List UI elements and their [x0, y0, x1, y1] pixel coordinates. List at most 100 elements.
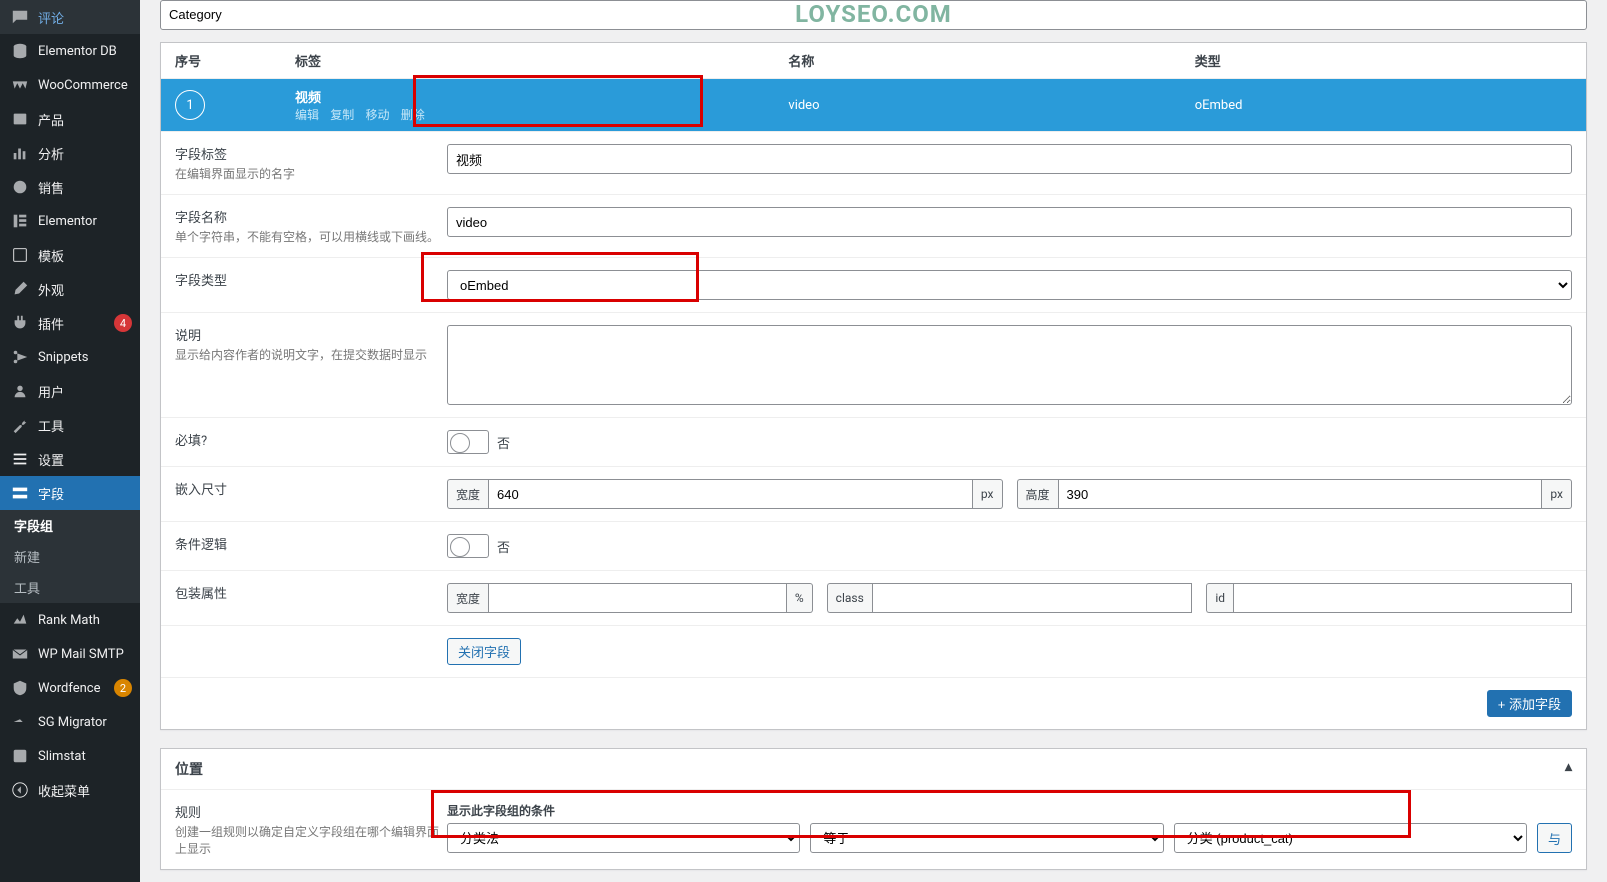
action-copy[interactable]: 复制	[330, 108, 354, 122]
sidebar-item-users[interactable]: 用户	[0, 374, 140, 408]
condition-heading: 显示此字段组的条件	[447, 802, 555, 819]
sidebar-item-label: 评论	[38, 8, 132, 27]
sidebar-item-label: 分析	[38, 144, 132, 163]
close-field-button[interactable]: 关闭字段	[447, 638, 521, 665]
label-desc: 创建一组规则以确定自定义字段组在哪个编辑界面上显示	[175, 823, 441, 857]
fields-icon	[10, 483, 30, 503]
sidebar-item-label: 用户	[38, 382, 132, 401]
wrap-width-input[interactable]	[488, 583, 787, 613]
sidebar-item-sgmigrator[interactable]: SG Migrator	[0, 705, 140, 739]
description-textarea[interactable]	[447, 325, 1572, 405]
sidebar-item-label: 收起菜单	[38, 781, 132, 800]
sidebar-item-tools[interactable]: 工具	[0, 408, 140, 442]
rule-operator-select[interactable]: 等于	[810, 823, 1163, 853]
sidebar-item-products[interactable]: 产品	[0, 102, 140, 136]
sidebar-item-templates[interactable]: 模板	[0, 238, 140, 272]
add-field-button[interactable]: + 添加字段	[1487, 690, 1572, 717]
field-type-select[interactable]: oEmbed	[447, 270, 1572, 300]
sidebar-item-wpmailsmtp[interactable]: WP Mail SMTP	[0, 637, 140, 671]
mail-icon	[10, 644, 30, 664]
field-row-selected[interactable]: 1 视频 编辑 复制 移动 删除 video oEmbed	[161, 79, 1586, 131]
sidebar-item-elementor[interactable]: Elementor	[0, 204, 140, 238]
sidebar-submenu: 字段组 新建 工具	[0, 510, 140, 603]
sidebar-item-comments[interactable]: 评论	[0, 0, 140, 34]
fields-table-header: 序号 标签 名称 类型	[161, 43, 1586, 79]
rule-param-select[interactable]: 分类法	[447, 823, 800, 853]
wrap-width-label: 宽度	[447, 583, 488, 613]
sidebar-item-sales[interactable]: 销售	[0, 170, 140, 204]
label-desc: 单个字符串，不能有空格，可以用横线或下画线。	[175, 228, 441, 245]
elementor-icon	[10, 211, 30, 231]
sidebar-item-label: SG Migrator	[38, 715, 132, 730]
label-title: 嵌入尺寸	[175, 479, 441, 498]
products-icon	[10, 109, 30, 129]
required-toggle[interactable]	[447, 430, 489, 454]
width-unit: px	[973, 479, 1003, 509]
sidebar-item-settings[interactable]: 设置	[0, 442, 140, 476]
action-edit[interactable]: 编辑	[295, 108, 319, 122]
fields-panel-footer: + 添加字段	[161, 677, 1586, 729]
sidebar-item-label: WooCommerce	[38, 78, 132, 93]
rankmath-icon	[10, 610, 30, 630]
plug-icon	[10, 313, 30, 333]
field-order-handle[interactable]: 1	[175, 90, 205, 120]
setting-conditional-logic: 条件逻辑 否	[161, 521, 1586, 570]
submenu-tools[interactable]: 工具	[0, 572, 140, 603]
sidebar-item-collapse[interactable]: 收起菜单	[0, 773, 140, 807]
submenu-field-groups[interactable]: 字段组	[0, 510, 140, 541]
sidebar-item-label: 设置	[38, 450, 132, 469]
col-header-type: 类型	[1195, 51, 1572, 70]
collapse-icon[interactable]: ▴	[1565, 759, 1572, 779]
setting-field-name: 字段名称单个字符串，不能有空格，可以用横线或下画线。	[161, 194, 1586, 257]
embed-height-input[interactable]	[1058, 479, 1543, 509]
submenu-new[interactable]: 新建	[0, 541, 140, 572]
sidebar-item-label: 字段	[38, 484, 132, 503]
width-addon-label: 宽度	[447, 479, 488, 509]
location-panel-title[interactable]: 位置▴	[161, 749, 1586, 790]
setting-description: 说明显示给内容作者的说明文字，在提交数据时显示	[161, 312, 1586, 417]
rule-value-select[interactable]: 分类 (product_cat)	[1174, 823, 1527, 853]
sidebar-item-slimstat[interactable]: Slimstat	[0, 739, 140, 773]
watermark: LOYSEO.COM	[795, 0, 952, 28]
users-icon	[10, 381, 30, 401]
sidebar-item-rankmath[interactable]: Rank Math	[0, 603, 140, 637]
sidebar-item-label: Elementor DB	[38, 44, 132, 59]
sidebar-item-analytics[interactable]: 分析	[0, 136, 140, 170]
sidebar-item-wordfence[interactable]: Wordfence2	[0, 671, 140, 705]
action-move[interactable]: 移动	[366, 108, 390, 122]
col-header-label: 标签	[295, 51, 788, 70]
wrap-width-unit: %	[787, 583, 813, 613]
location-panel: 位置▴ 规则创建一组规则以确定自定义字段组在哪个编辑界面上显示 显示此字段组的条…	[160, 748, 1587, 870]
sidebar-item-label: Wordfence	[38, 681, 111, 696]
label-title: 条件逻辑	[175, 534, 441, 553]
sidebar-item-fields[interactable]: 字段	[0, 476, 140, 510]
embed-width-input[interactable]	[488, 479, 973, 509]
sidebar-item-snippets[interactable]: Snippets	[0, 340, 140, 374]
label-desc: 在编辑界面显示的名字	[175, 165, 441, 182]
sidebar-item-appearance[interactable]: 外观	[0, 272, 140, 306]
scissors-icon	[10, 347, 30, 367]
height-unit: px	[1542, 479, 1572, 509]
action-delete[interactable]: 删除	[401, 108, 425, 122]
sidebar-item-plugins[interactable]: 插件4	[0, 306, 140, 340]
sidebar-item-elementor-db[interactable]: Elementor DB	[0, 34, 140, 68]
sidebar-item-woocommerce[interactable]: WooCommerce	[0, 68, 140, 102]
col-header-name: 名称	[788, 51, 1194, 70]
migrate-icon	[10, 712, 30, 732]
field-name-input[interactable]	[447, 207, 1572, 237]
setting-field-type: 字段类型 oEmbed	[161, 257, 1586, 312]
location-rules-row: 规则创建一组规则以确定自定义字段组在哪个编辑界面上显示 显示此字段组的条件 分类…	[161, 790, 1586, 869]
sidebar-item-label: 模板	[38, 246, 132, 265]
slim-icon	[10, 746, 30, 766]
rule-and-button[interactable]: 与	[1537, 823, 1572, 853]
label-title: 字段类型	[175, 270, 441, 289]
logic-toggle[interactable]	[447, 534, 489, 558]
sidebar-item-label: Elementor	[38, 214, 132, 229]
close-field-row: 关闭字段	[161, 625, 1586, 677]
main-content: LOYSEO.COM 序号 标签 名称 类型 1 视频 编辑 复制 移动 删除	[140, 0, 1607, 882]
wrap-class-input[interactable]	[872, 583, 1193, 613]
wrap-id-input[interactable]	[1233, 583, 1572, 613]
admin-sidebar: 评论 Elementor DB WooCommerce 产品 分析 销售 Ele…	[0, 0, 140, 882]
setting-field-label: 字段标签在编辑界面显示的名字	[161, 131, 1586, 194]
field-label-input[interactable]	[447, 144, 1572, 174]
